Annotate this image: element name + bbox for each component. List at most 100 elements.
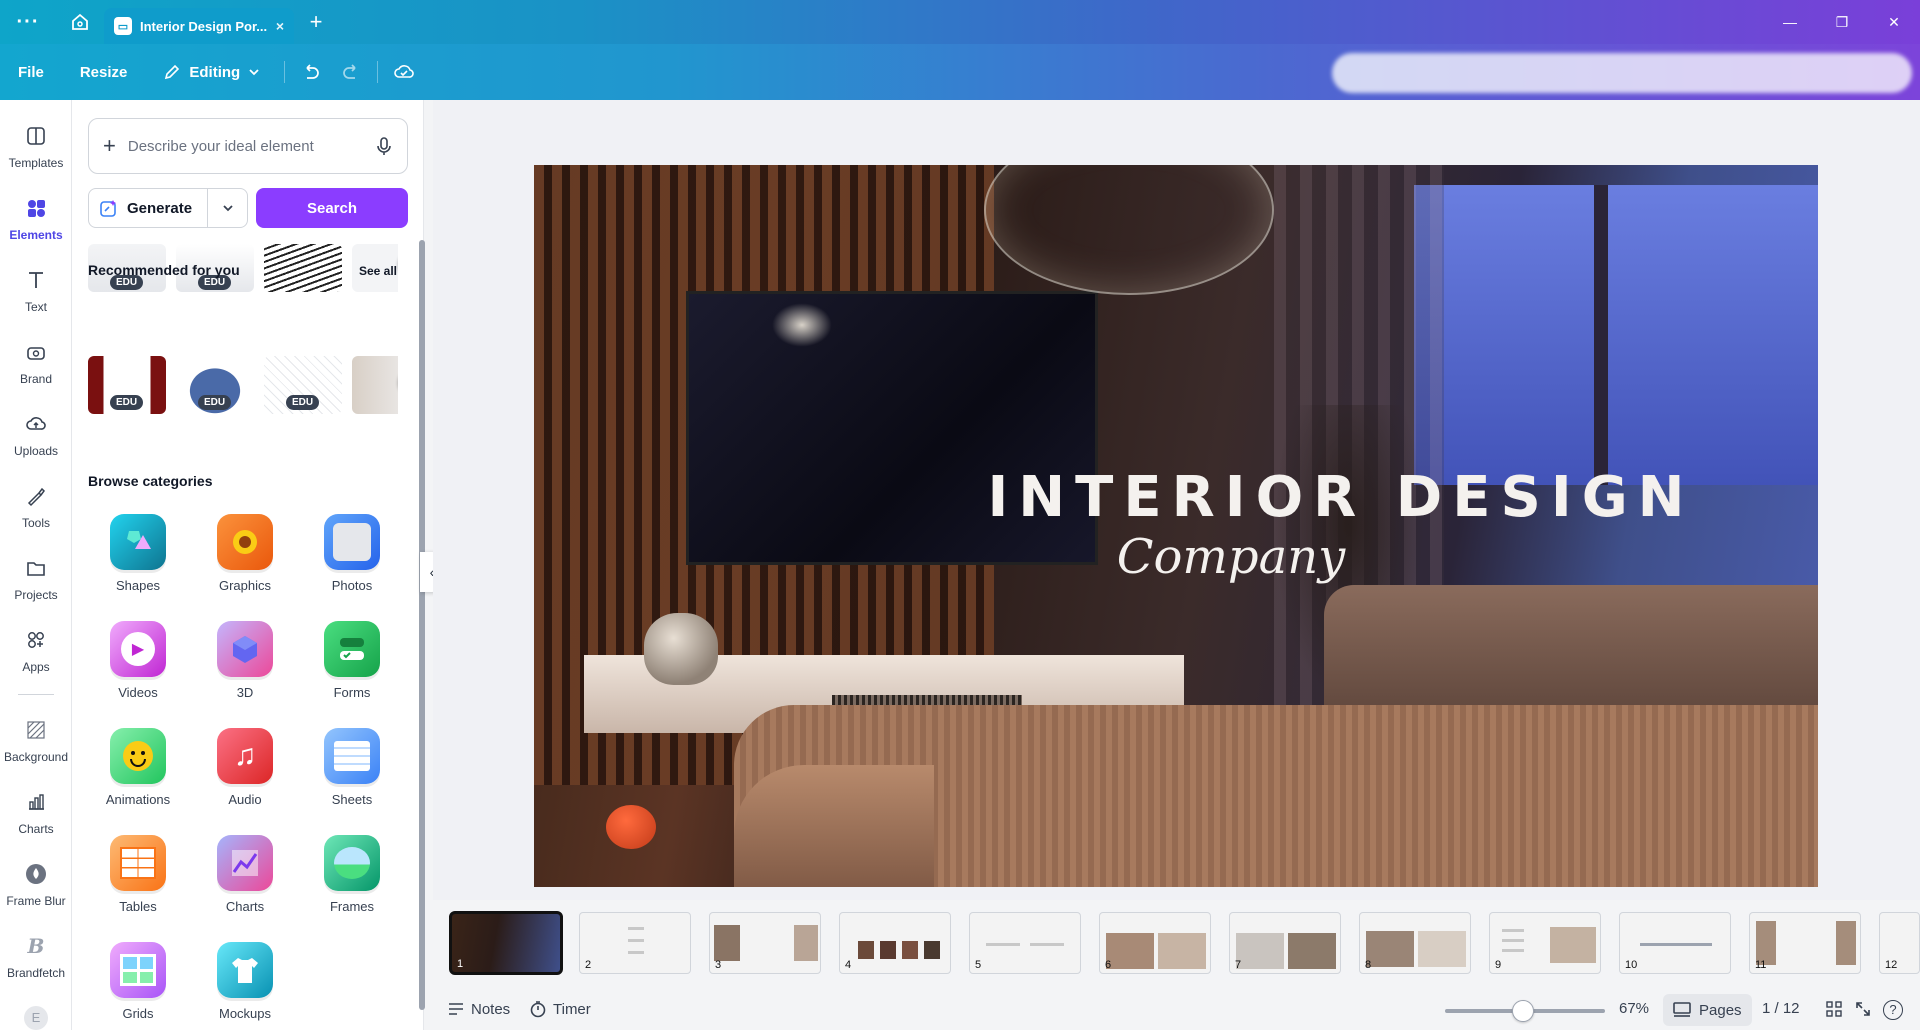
panel-scrollbar[interactable] (419, 240, 425, 1010)
rail-charts[interactable]: Charts (0, 788, 72, 836)
cube-icon (217, 621, 273, 677)
rail-projects[interactable]: Projects (0, 554, 72, 602)
category-sheets[interactable]: Sheets (307, 728, 397, 807)
page-thumbnail[interactable]: 12 (1879, 912, 1920, 974)
microphone-icon[interactable] (375, 136, 393, 156)
zoom-percentage[interactable]: 67% (1619, 1000, 1649, 1017)
rail-brandfetch[interactable]: B Brandfetch (0, 932, 72, 980)
redo-icon[interactable] (331, 62, 371, 82)
home-icon[interactable] (56, 12, 104, 32)
notes-button[interactable]: Notes (447, 1000, 510, 1018)
restore-icon[interactable]: ❐ (1816, 14, 1868, 31)
curtain-element[interactable]: EDU (88, 356, 166, 414)
resize-button[interactable]: Resize (62, 64, 146, 81)
page-counter: 1 / 12 (1762, 1000, 1800, 1017)
notes-label: Notes (471, 1000, 511, 1018)
rail-templates[interactable]: Templates (0, 122, 72, 170)
toolbar-divider (377, 61, 379, 83)
rail-uploads[interactable]: Uploads (0, 410, 72, 458)
thumb-image (1418, 931, 1466, 967)
grid-view-icon[interactable] (1825, 1000, 1843, 1018)
search-button[interactable]: Search (256, 188, 408, 228)
element-thumbnail[interactable] (264, 244, 342, 292)
category-label: Photos (331, 578, 373, 593)
page-thumbnail[interactable]: 6 (1099, 912, 1211, 974)
sofa-element[interactable]: EDU (176, 356, 254, 414)
left-rail: Templates Elements Text Brand Uploads To… (0, 100, 72, 1030)
cloud-saved-icon[interactable] (384, 61, 424, 83)
rail-label: Apps (22, 660, 50, 674)
category-shapes[interactable]: Shapes (93, 514, 183, 593)
see-all-link[interactable]: See all (359, 264, 397, 278)
edu-badge: EDU (198, 395, 232, 410)
category-frames[interactable]: Frames (307, 835, 397, 914)
generate-options-dropdown[interactable] (207, 189, 247, 227)
editing-mode-button[interactable]: Editing (145, 63, 278, 81)
rail-text[interactable]: Text (0, 266, 72, 314)
play-icon: ▶ (110, 621, 166, 677)
rail-label: Frame Blur (6, 894, 66, 908)
slide-title[interactable]: INTERIOR DESIGN (534, 465, 1818, 530)
page-thumbnail[interactable]: 1 (449, 911, 563, 975)
background-icon (22, 716, 50, 744)
category-photos[interactable]: Photos (307, 514, 397, 593)
timer-button[interactable]: Timer (529, 1000, 591, 1018)
rail-label: Uploads (13, 444, 59, 458)
table-icon (110, 835, 166, 891)
category-3d[interactable]: 3D (200, 621, 290, 700)
category-forms[interactable]: Forms (307, 621, 397, 700)
page-number: 8 (1365, 959, 1372, 971)
page-number: 7 (1235, 959, 1242, 971)
slide-canvas[interactable]: INTERIOR DESIGN Company (534, 165, 1818, 887)
page-thumbnail[interactable]: 5 (969, 912, 1081, 974)
more-horizontal-icon[interactable]: ··· (0, 11, 56, 34)
tab-close-icon[interactable]: × (276, 18, 284, 34)
page-thumbnail[interactable]: 9 (1489, 912, 1601, 974)
category-audio[interactable]: ♫ Audio (200, 728, 290, 807)
page-thumbnail[interactable]: 2 (579, 912, 691, 974)
rail-elements[interactable]: Elements (0, 194, 72, 242)
file-menu-button[interactable]: File (0, 64, 62, 81)
category-label: Sheets (331, 792, 373, 807)
editing-label: Editing (189, 63, 241, 81)
help-icon[interactable]: ? (1883, 1000, 1903, 1020)
furniture-sketch-element[interactable]: EDU (264, 356, 342, 414)
undo-icon[interactable] (291, 62, 331, 82)
zoom-slider-handle[interactable] (1512, 1000, 1534, 1022)
fullscreen-icon[interactable] (1854, 1000, 1872, 1018)
page-thumbnail[interactable]: 4 (839, 912, 951, 974)
page-thumbnail[interactable]: 10 (1619, 912, 1731, 974)
category-videos[interactable]: ▶ Videos (93, 621, 183, 700)
page-thumbnail[interactable]: 8 (1359, 912, 1471, 974)
category-grids[interactable]: Grids (93, 942, 183, 1021)
category-graphics[interactable]: Graphics (200, 514, 290, 593)
frame-icon (324, 835, 380, 891)
new-tab-button[interactable]: + (294, 9, 338, 35)
rail-more-app[interactable]: E (0, 1004, 72, 1030)
generate-button[interactable]: Generate (88, 188, 248, 228)
page-thumbnail[interactable]: 11 (1749, 912, 1861, 974)
search-input[interactable]: + Describe your ideal element (88, 118, 408, 174)
category-animations[interactable]: Animations (93, 728, 183, 807)
rail-brand[interactable]: Brand (0, 338, 72, 386)
rail-apps[interactable]: Apps (0, 626, 72, 674)
page-thumbnail[interactable]: 3 (709, 912, 821, 974)
tools-icon (22, 482, 50, 510)
tshirt-icon (217, 942, 273, 998)
close-window-icon[interactable]: ✕ (1868, 14, 1920, 31)
rail-background[interactable]: Background (0, 716, 72, 764)
category-mockups[interactable]: Mockups (200, 942, 290, 1021)
room-element[interactable]: › (352, 356, 398, 414)
app-e-icon: E (22, 1004, 50, 1030)
rail-tools[interactable]: Tools (0, 482, 72, 530)
smiley-icon (110, 728, 166, 784)
rail-frame-blur[interactable]: Frame Blur (0, 860, 72, 908)
slide-subtitle[interactable]: Company (534, 529, 1818, 585)
pages-button[interactable]: Pages (1663, 994, 1752, 1026)
category-tables[interactable]: Tables (93, 835, 183, 914)
minimize-icon[interactable]: — (1764, 14, 1816, 30)
category-charts[interactable]: Charts (200, 835, 290, 914)
document-tab[interactable]: ▭ Interior Design Por... × (104, 8, 294, 44)
page-thumbnail[interactable]: 7 (1229, 912, 1341, 974)
category-label: Tables (119, 899, 157, 914)
